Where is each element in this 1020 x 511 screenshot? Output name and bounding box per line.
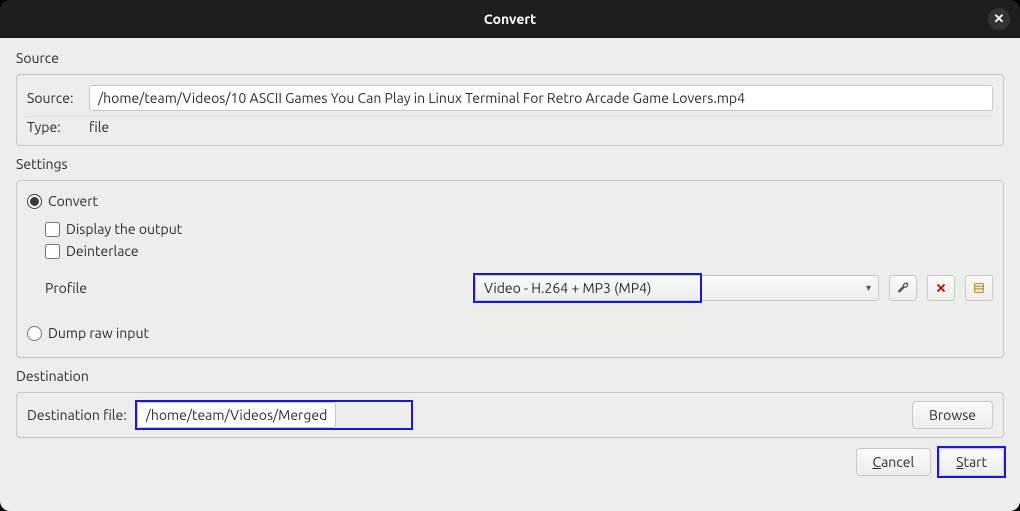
dump-radio-row: Dump raw input — [27, 323, 993, 343]
new-profile-button[interactable] — [965, 275, 993, 301]
deinterlace-checkbox[interactable] — [45, 244, 60, 259]
source-section-title: Source — [16, 50, 1004, 66]
dump-radio-label: Dump raw input — [48, 325, 149, 341]
destination-section-title: Destination — [16, 368, 1004, 384]
convert-radio[interactable] — [27, 194, 42, 209]
destination-input-wrap — [137, 402, 902, 428]
profile-dropdown[interactable]: Video - H.264 + MP3 (MP4) — [475, 275, 879, 301]
wrench-icon — [896, 281, 910, 295]
profile-row: Profile Video - H.264 + MP3 (MP4) ▾ — [45, 275, 993, 301]
dialog-content: Source Source: Type: file Settings Conve… — [0, 38, 1020, 511]
source-panel: Source: Type: file — [16, 74, 1004, 146]
display-output-row: Display the output — [45, 221, 993, 237]
destination-row: Destination file: Browse — [27, 401, 993, 429]
convert-radio-row: Convert — [27, 191, 993, 211]
titlebar: Convert ✕ — [0, 0, 1020, 38]
profile-select-wrap: Video - H.264 + MP3 (MP4) ▾ — [475, 275, 879, 301]
type-row: Type: file — [27, 117, 993, 137]
settings-panel: Convert Display the output Deinterlace P… — [16, 180, 1004, 358]
display-output-checkbox[interactable] — [45, 222, 60, 237]
convert-options: Display the output Deinterlace — [45, 221, 993, 259]
deinterlace-label: Deinterlace — [66, 243, 139, 259]
window-title: Convert — [484, 11, 536, 27]
source-row: Source: — [27, 83, 993, 113]
type-label: Type: — [27, 119, 79, 135]
edit-profile-button[interactable] — [889, 275, 917, 301]
destination-input[interactable] — [137, 402, 336, 428]
convert-dialog: Convert ✕ Source Source: Type: file Sett… — [0, 0, 1020, 511]
destination-file-label: Destination file: — [27, 407, 127, 423]
settings-section-title: Settings — [16, 156, 1004, 172]
browse-button[interactable]: Browse — [912, 401, 993, 429]
profile-label: Profile — [45, 280, 465, 296]
cancel-button[interactable]: Cancel — [856, 448, 932, 476]
source-input[interactable] — [89, 85, 993, 111]
start-button[interactable]: Start — [939, 448, 1004, 476]
delete-profile-button[interactable] — [927, 275, 955, 301]
new-profile-icon — [972, 281, 986, 295]
deinterlace-row: Deinterlace — [45, 243, 993, 259]
delete-x-icon — [934, 281, 948, 295]
start-button-wrap: Start — [939, 448, 1004, 476]
start-button-label: Start — [956, 454, 987, 470]
close-button[interactable]: ✕ — [988, 8, 1010, 30]
convert-radio-label: Convert — [48, 193, 98, 209]
destination-panel: Destination file: Browse — [16, 392, 1004, 438]
type-value: file — [89, 119, 109, 135]
source-label: Source: — [27, 90, 79, 106]
dialog-footer: Cancel Start — [16, 448, 1004, 476]
dump-radio[interactable] — [27, 326, 42, 341]
cancel-button-label: Cancel — [873, 454, 915, 470]
display-output-label: Display the output — [66, 221, 182, 237]
close-icon: ✕ — [994, 12, 1005, 27]
